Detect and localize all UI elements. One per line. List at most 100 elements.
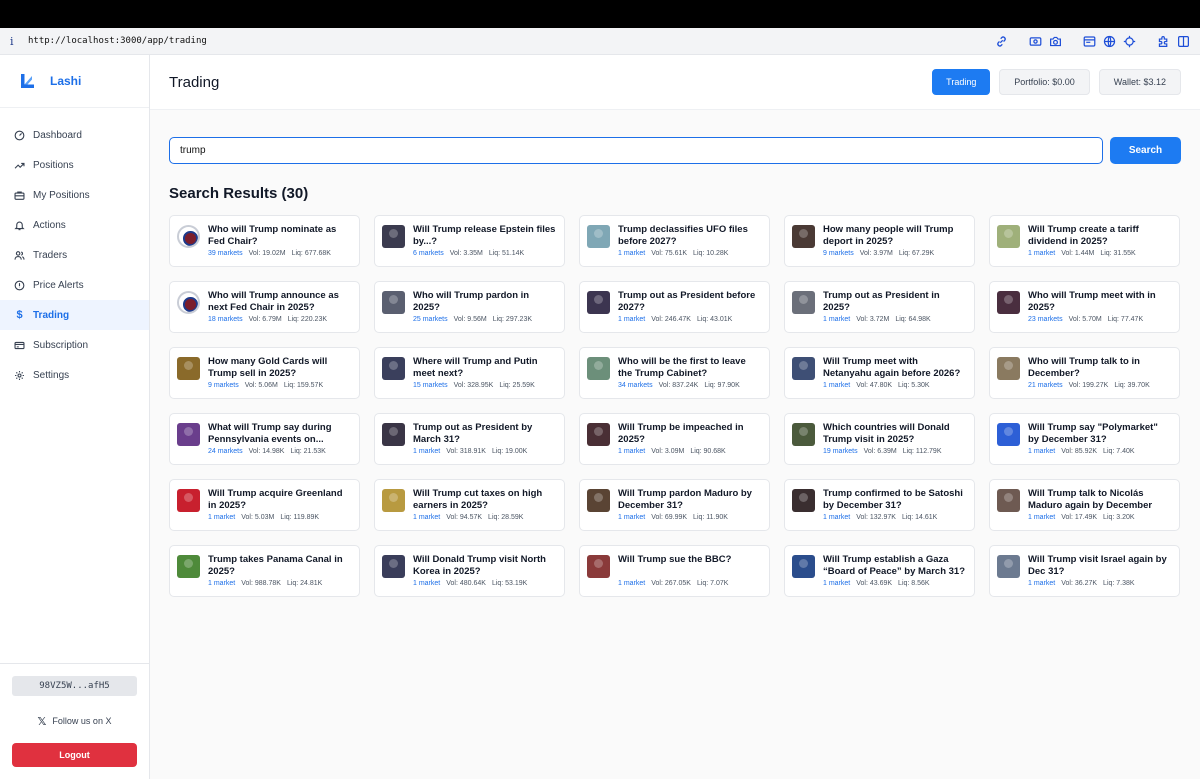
market-card[interactable]: Who will Trump pardon in 2025? 25 markets… (374, 281, 565, 333)
market-card[interactable]: Who will Trump meet with in 2025? 23 mark… (989, 281, 1180, 333)
wallet-button[interactable]: Wallet: $3.12 (1098, 69, 1181, 95)
market-count[interactable]: 19 markets (823, 448, 858, 455)
market-count[interactable]: 1 market (1028, 448, 1055, 455)
trading-button[interactable]: Trading (932, 69, 991, 95)
market-card[interactable]: Will Trump visit Israel again by Dec 31?… (989, 545, 1180, 597)
market-count[interactable]: 1 market (413, 448, 440, 455)
brand[interactable]: Lashi (0, 55, 149, 108)
market-count[interactable]: 1 market (618, 448, 645, 455)
market-card[interactable]: How many Gold Cards will Trump sell in 2… (169, 347, 360, 399)
search-button[interactable]: Search (1110, 137, 1181, 164)
market-count[interactable]: 1 market (823, 580, 850, 587)
market-count[interactable]: 1 market (618, 250, 645, 257)
market-card[interactable]: Will Trump establish a Gaza “Board of Pe… (784, 545, 975, 597)
market-card[interactable]: Will Trump talk to Nicolás Maduro again … (989, 479, 1180, 531)
market-card[interactable]: Will Trump meet with Netanyahu again bef… (784, 347, 975, 399)
market-count[interactable]: 23 markets (1028, 316, 1063, 323)
market-count[interactable]: 1 market (618, 580, 645, 587)
market-count[interactable]: 1 market (1028, 580, 1055, 587)
sidebar-item-label: My Positions (33, 189, 90, 201)
market-count[interactable]: 1 market (1028, 250, 1055, 257)
sidebar-item-dashboard[interactable]: Dashboard (0, 120, 149, 150)
market-thumbnail (177, 357, 200, 380)
sidebar-item-positions[interactable]: Positions (0, 150, 149, 180)
market-card[interactable]: Will Trump release Epstein files by...? 6… (374, 215, 565, 267)
sidebar-item-my-positions[interactable]: My Positions (0, 180, 149, 210)
globe-icon[interactable] (1102, 34, 1116, 48)
market-volume: Vol: 47.80K (856, 382, 893, 389)
market-card-body: Trump out as President before 2027? 1 mar… (618, 290, 761, 332)
market-card[interactable]: Will Trump pardon Maduro by December 31?… (579, 479, 770, 531)
market-card[interactable]: Will Trump create a tariff dividend in 2… (989, 215, 1180, 267)
market-count[interactable]: 39 markets (208, 250, 243, 257)
crosshair-icon[interactable] (1122, 34, 1136, 48)
sidebar-toggle-icon[interactable] (1176, 34, 1190, 48)
sidebar-item-price-alerts[interactable]: Price Alerts (0, 270, 149, 300)
sidebar-item-actions[interactable]: Actions (0, 210, 149, 240)
market-card[interactable]: Where will Trump and Putin meet next? 15 … (374, 347, 565, 399)
market-count[interactable]: 9 markets (208, 382, 239, 389)
market-card[interactable]: Trump takes Panama Canal in 2025? 1 marke… (169, 545, 360, 597)
market-count[interactable]: 1 market (1028, 514, 1055, 521)
market-count[interactable]: 24 markets (208, 448, 243, 455)
wallet-address[interactable]: 98VZ5W...afH5 (12, 676, 137, 696)
market-thumbnail (587, 489, 610, 512)
portfolio-button[interactable]: Portfolio: $0.00 (999, 69, 1090, 95)
window-icon[interactable] (1082, 34, 1096, 48)
market-card[interactable]: Will Donald Trump visit North Korea in 2… (374, 545, 565, 597)
market-card[interactable]: Who will Trump announce as next Fed Chai… (169, 281, 360, 333)
market-card[interactable]: Who will Trump talk to in December? 21 ma… (989, 347, 1180, 399)
market-card[interactable]: What will Trump say during Pennsylvania … (169, 413, 360, 465)
follow-on-x-link[interactable]: 𝕏 Follow us on X (12, 714, 137, 728)
market-card[interactable]: Trump out as President in 2025? 1 market V… (784, 281, 975, 333)
market-card[interactable]: Which countries will Donald Trump visit … (784, 413, 975, 465)
market-title: Who will Trump talk to in December? (1028, 356, 1140, 379)
market-card[interactable]: Trump declassifies UFO files before 2027… (579, 215, 770, 267)
market-count[interactable]: 34 markets (618, 382, 653, 389)
market-card[interactable]: Who will be the first to leave the Trump… (579, 347, 770, 399)
market-card[interactable]: How many people will Trump deport in 202… (784, 215, 975, 267)
market-card[interactable]: Will Trump say "Polymarket" by December … (989, 413, 1180, 465)
market-count[interactable]: 1 market (618, 514, 645, 521)
market-count[interactable]: 1 market (208, 580, 235, 587)
market-count[interactable]: 1 market (823, 382, 850, 389)
market-count[interactable]: 25 markets (413, 316, 448, 323)
market-card-body: Will Trump talk to Nicolás Maduro again … (1028, 488, 1171, 530)
sidebar-item-traders[interactable]: Traders (0, 240, 149, 270)
info-icon[interactable]: i (10, 35, 26, 48)
market-thumbnail (997, 225, 1020, 248)
market-count[interactable]: 6 markets (413, 250, 444, 257)
sidebar-item-settings[interactable]: Settings (0, 360, 149, 390)
link-icon[interactable] (994, 34, 1008, 48)
camera-icon[interactable] (1048, 34, 1062, 48)
screen-capture-icon[interactable] (1028, 34, 1042, 48)
market-count[interactable]: 21 markets (1028, 382, 1063, 389)
url-text[interactable]: http://localhost:3000/app/trading (28, 36, 207, 46)
search-input[interactable] (169, 137, 1103, 164)
market-count[interactable]: 1 market (413, 580, 440, 587)
market-card[interactable]: Will Trump cut taxes on high earners in … (374, 479, 565, 531)
main-area: Trading Trading Portfolio: $0.00 Wallet:… (150, 55, 1200, 779)
market-count[interactable]: 9 markets (823, 250, 854, 257)
market-card-body: Will Trump release Epstein files by...? 6… (413, 224, 556, 266)
market-title: Will Trump cut taxes on high earners in … (413, 488, 543, 511)
market-count[interactable]: 1 market (823, 514, 850, 521)
market-title: Who will Trump nominate as Fed Chair? (208, 224, 337, 247)
market-card[interactable]: Will Trump be impeached in 2025? 1 market… (579, 413, 770, 465)
market-card[interactable]: Will Trump sue the BBC? 1 market Vol: 267.… (579, 545, 770, 597)
market-card[interactable]: Trump confirmed to be Satoshi by Decembe… (784, 479, 975, 531)
market-card[interactable]: Will Trump acquire Greenland in 2025? 1 m… (169, 479, 360, 531)
sidebar-item-subscription[interactable]: Subscription (0, 330, 149, 360)
market-count[interactable]: 15 markets (413, 382, 448, 389)
logout-button[interactable]: Logout (12, 743, 137, 767)
market-card[interactable]: Who will Trump nominate as Fed Chair? 39 … (169, 215, 360, 267)
extension-icon[interactable] (1156, 34, 1170, 48)
market-count[interactable]: 1 market (208, 514, 235, 521)
market-count[interactable]: 1 market (823, 316, 850, 323)
sidebar-item-trading[interactable]: $ Trading (0, 300, 149, 330)
market-count[interactable]: 1 market (618, 316, 645, 323)
market-count[interactable]: 18 markets (208, 316, 243, 323)
market-count[interactable]: 1 market (413, 514, 440, 521)
market-card[interactable]: Trump out as President before 2027? 1 mar… (579, 281, 770, 333)
market-card[interactable]: Trump out as President by March 31? 1 mar… (374, 413, 565, 465)
